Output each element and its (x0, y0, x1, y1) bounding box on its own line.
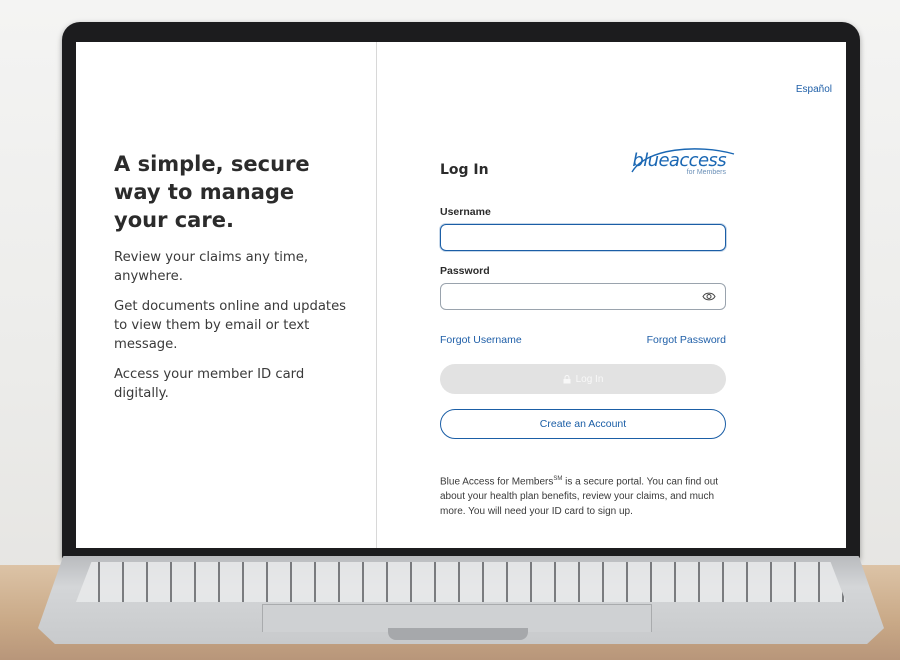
password-input[interactable] (440, 283, 726, 310)
screen: A simple, secure way to manage your care… (76, 42, 846, 548)
login-button[interactable]: Log In (440, 364, 726, 394)
eye-icon[interactable] (702, 291, 716, 302)
disclaimer-prefix: Blue Access for Members (440, 476, 554, 488)
blueaccess-logo: blueaccess for Members (631, 148, 735, 176)
logo-swoosh-icon (631, 148, 735, 173)
create-account-button[interactable]: Create an Account (440, 409, 726, 439)
feature-claims: Review your claims any time, anywhere. (114, 250, 309, 284)
keyboard (76, 562, 846, 602)
feature-id-card: Access your member ID card digitally. (114, 367, 305, 401)
left-panel: A simple, secure way to manage your care… (114, 150, 354, 403)
headline: A simple, secure way to manage your care… (114, 152, 310, 232)
username-label: Username (440, 206, 491, 218)
lock-icon (563, 374, 571, 383)
password-label: Password (440, 265, 490, 277)
forgot-password-link[interactable]: Forgot Password (647, 334, 726, 346)
laptop-notch (388, 628, 528, 640)
forgot-username-link[interactable]: Forgot Username (440, 334, 522, 346)
feature-documents: Get documents online and updates to view… (114, 299, 347, 352)
login-title: Log In (440, 162, 489, 178)
form-header: Log In blueaccess for Members (440, 148, 735, 198)
password-field-wrap (440, 283, 726, 310)
disclaimer: Blue Access for MembersSM is a secure po… (440, 472, 726, 519)
login-button-label: Log In (575, 373, 604, 385)
forgot-links: Forgot Username Forgot Password (440, 334, 726, 346)
login-form: Log In blueaccess for Members Username P… (440, 148, 735, 519)
panel-divider (376, 42, 377, 548)
espanol-link[interactable]: Español (796, 84, 832, 95)
logo-wordmark: blueaccess (631, 148, 735, 173)
laptop-lid: A simple, secure way to manage your care… (62, 22, 860, 560)
username-input[interactable] (440, 224, 726, 251)
